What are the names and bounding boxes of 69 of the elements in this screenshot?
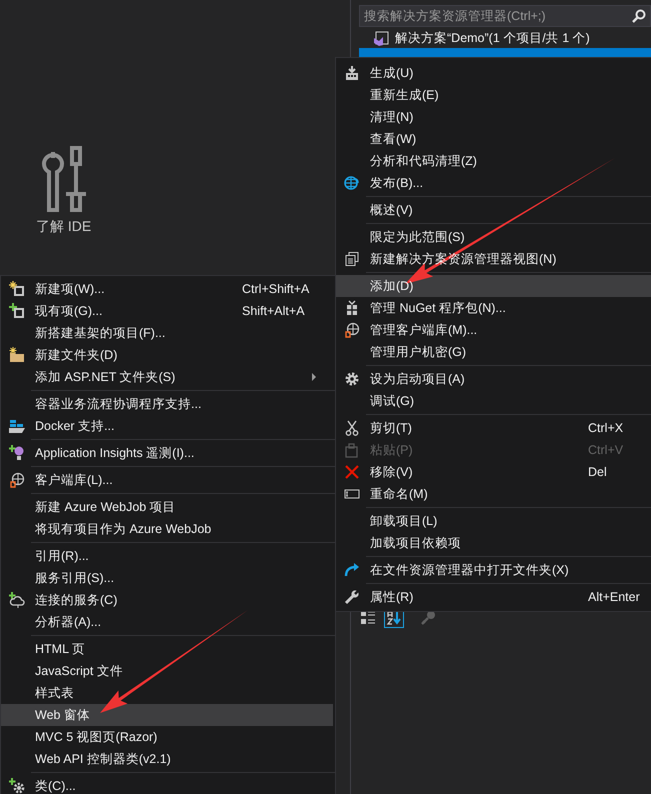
- star-square-icon: [9, 281, 25, 297]
- menu-item[interactable]: 剪切(T) Ctrl+X: [336, 417, 651, 439]
- menu-item[interactable]: 查看(W): [336, 128, 651, 150]
- menu-item[interactable]: 管理客户端库(M)...: [336, 319, 651, 341]
- windows-icon: [344, 251, 360, 267]
- menu-item[interactable]: 类(C)...: [1, 775, 333, 794]
- menu-item[interactable]: 生成(U): [336, 62, 651, 84]
- search-field[interactable]: 搜索解决方案资源管理器(Ctrl+;): [359, 5, 651, 27]
- submenu-arrow-icon: [312, 373, 316, 381]
- globe-icon: [344, 322, 360, 338]
- menu-item[interactable]: 新搭建基架的项目(F)...: [1, 322, 333, 344]
- menu-item[interactable]: HTML 页: [1, 638, 333, 660]
- menu-item[interactable]: 容器业务流程协调程序支持...: [1, 393, 333, 415]
- menu-item[interactable]: Web API 控制器类(v2.1): [1, 748, 333, 770]
- menu-item[interactable]: 添加(D): [336, 275, 651, 297]
- menu-item[interactable]: 分析和代码清理(Z): [336, 150, 651, 172]
- menu-item[interactable]: MVC 5 视图页(Razor): [1, 726, 333, 748]
- cross-icon: [344, 464, 360, 480]
- package-icon: [344, 300, 360, 316]
- menu-item[interactable]: 卸载项目(L): [336, 510, 651, 532]
- stack-icon: [9, 418, 25, 434]
- scissors-icon: [344, 420, 360, 436]
- menu-item[interactable]: 管理用户机密(G): [336, 341, 651, 363]
- menu-item[interactable]: 管理 NuGet 程序包(N)...: [336, 297, 651, 319]
- menu-item[interactable]: 新建项(W)... Ctrl+Shift+A: [1, 278, 333, 300]
- menu-item[interactable]: 分析器(A)...: [1, 611, 333, 633]
- menu-item[interactable]: Docker 支持...: [1, 415, 333, 437]
- build-icon: [344, 65, 360, 81]
- menu-item[interactable]: 重命名(M): [336, 483, 651, 505]
- tile-label[interactable]: 了解 IDE: [36, 218, 92, 236]
- menu-item[interactable]: 将现有项目作为 Azure WebJob: [1, 518, 333, 540]
- globe-icon: [9, 472, 25, 488]
- clipboard-icon: [344, 442, 360, 458]
- menu-item[interactable]: 样式表: [1, 682, 333, 704]
- menu-item[interactable]: 调试(G): [336, 390, 651, 412]
- menu-item[interactable]: 移除(V) Del: [336, 461, 651, 483]
- menu-item[interactable]: 添加 ASP.NET 文件夹(S): [1, 366, 333, 388]
- menu-item[interactable]: 重新生成(E): [336, 84, 651, 106]
- menu-item[interactable]: 发布(B)...: [336, 172, 651, 194]
- menu-item[interactable]: 连接的服务(C): [1, 589, 333, 611]
- gear-icon: [344, 371, 360, 387]
- menu-item[interactable]: Application Insights 遥测(I)...: [1, 442, 333, 464]
- globe-icon: [344, 175, 360, 191]
- curved-arrow-icon: [344, 562, 360, 578]
- menu-item[interactable]: 概述(V): [336, 199, 651, 221]
- menu-item[interactable]: JavaScript 文件: [1, 660, 333, 682]
- menu-item[interactable]: 加载项目依赖项: [336, 532, 651, 554]
- menu-item[interactable]: 限定为此范围(S): [336, 226, 651, 248]
- search-icon: [632, 9, 646, 23]
- menu-item[interactable]: 引用(R)...: [1, 545, 333, 567]
- cloud-icon: [9, 592, 25, 608]
- plus-square-icon: [9, 303, 25, 319]
- menu-item[interactable]: 新建文件夹(D): [1, 344, 333, 366]
- lightbulb-icon: [9, 445, 25, 461]
- menu-item[interactable]: 在文件资源管理器中打开文件夹(X): [336, 559, 651, 581]
- menu-item[interactable]: 现有项(G)... Shift+Alt+A: [1, 300, 333, 322]
- menu-item[interactable]: 属性(R) Alt+Enter: [336, 586, 651, 608]
- wrench-icon: [344, 589, 360, 605]
- menu-item[interactable]: 清理(N): [336, 106, 651, 128]
- tree-item[interactable]: 解决方案“Demo”(1 个项目/共 1 个): [359, 29, 651, 48]
- menu-item[interactable]: 新建 Azure WebJob 项目: [1, 496, 333, 518]
- tools-icon: [40, 146, 87, 212]
- folder-icon: [9, 347, 25, 363]
- menu-item[interactable]: 服务引用(S)...: [1, 567, 333, 589]
- menu-item[interactable]: Web 窗体: [1, 704, 333, 726]
- solution-icon: [373, 30, 389, 46]
- menu-item[interactable]: 设为启动项目(A): [336, 368, 651, 390]
- menu-item[interactable]: 客户端库(L)...: [1, 469, 333, 491]
- plus-gear-icon: [9, 778, 25, 794]
